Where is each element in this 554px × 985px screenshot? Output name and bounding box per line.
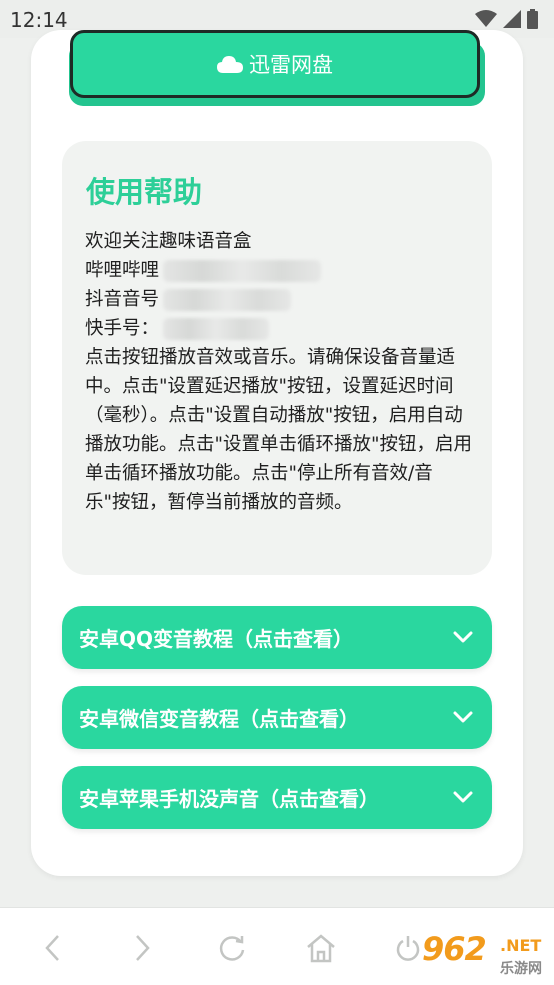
watermark-logo: 962 .NET 乐游网 bbox=[422, 930, 550, 982]
accordion-label: 安卓QQ变音教程（点击查看） bbox=[79, 627, 354, 651]
refresh-icon bbox=[219, 936, 245, 961]
help-content: 欢迎关注趣味语音盒 哔哩哔哩 抖音音号 快手号： 点击按钮播放音效或音乐。请确保… bbox=[85, 227, 477, 517]
douyin-label: 抖音音号 bbox=[85, 289, 160, 310]
help-title: 使用帮助 bbox=[86, 175, 203, 209]
bilibili-label: 哔哩哔哩 bbox=[85, 260, 160, 281]
chevron-down-icon bbox=[453, 711, 473, 723]
signal-icon bbox=[503, 10, 521, 28]
home-button[interactable] bbox=[301, 928, 341, 968]
refresh-button[interactable] bbox=[212, 928, 252, 968]
chevron-down-icon bbox=[453, 791, 473, 803]
forward-icon bbox=[136, 935, 150, 961]
cloud-icon bbox=[217, 56, 243, 73]
accordion-iphone-no-sound[interactable]: 安卓苹果手机没声音（点击查看） bbox=[62, 766, 492, 829]
redacted-douyin-id bbox=[163, 289, 292, 311]
forward-button[interactable] bbox=[122, 928, 162, 968]
help-paragraph: 点击按钮播放音效或音乐。请确保设备音量适中。点击"设置延迟播放"按钮，设置延迟时… bbox=[85, 347, 473, 513]
help-line-douyin: 抖音音号 bbox=[85, 285, 477, 314]
xunlei-pan-button[interactable]: 迅雷网盘 bbox=[70, 30, 480, 98]
help-panel: 使用帮助 欢迎关注趣味语音盒 哔哩哔哩 抖音音号 快手号： 点击按钮播放音效或音… bbox=[62, 141, 492, 575]
watermark-sub: 乐游网 bbox=[500, 961, 542, 977]
wifi-icon bbox=[475, 10, 497, 27]
help-line-welcome: 欢迎关注趣味语音盒 bbox=[85, 231, 252, 252]
chevron-down-icon bbox=[453, 631, 473, 643]
help-line-bilibili: 哔哩哔哩 bbox=[85, 256, 477, 285]
redacted-kuaishou-id bbox=[163, 318, 270, 340]
redacted-bilibili-id bbox=[163, 260, 322, 282]
watermark-number: 962 bbox=[422, 930, 487, 968]
status-time: 12:14 bbox=[10, 8, 68, 32]
kuaishou-label: 快手号： bbox=[85, 318, 160, 339]
power-icon bbox=[396, 936, 420, 961]
accordion-wechat-tutorial[interactable]: 安卓微信变音教程（点击查看） bbox=[62, 686, 492, 749]
pan-button-label: 迅雷网盘 bbox=[249, 53, 333, 77]
accordion-label: 安卓苹果手机没声音（点击查看） bbox=[79, 787, 379, 811]
back-icon bbox=[45, 935, 59, 961]
battery-icon bbox=[527, 9, 538, 29]
back-button[interactable] bbox=[33, 928, 73, 968]
help-line-kuaishou: 快手号： bbox=[85, 314, 477, 343]
accordion-label: 安卓微信变音教程（点击查看） bbox=[79, 707, 359, 731]
watermark-net: .NET bbox=[500, 936, 542, 955]
accordion-qq-tutorial[interactable]: 安卓QQ变音教程（点击查看） bbox=[62, 606, 492, 669]
home-icon bbox=[307, 934, 335, 963]
status-icons bbox=[475, 9, 538, 29]
